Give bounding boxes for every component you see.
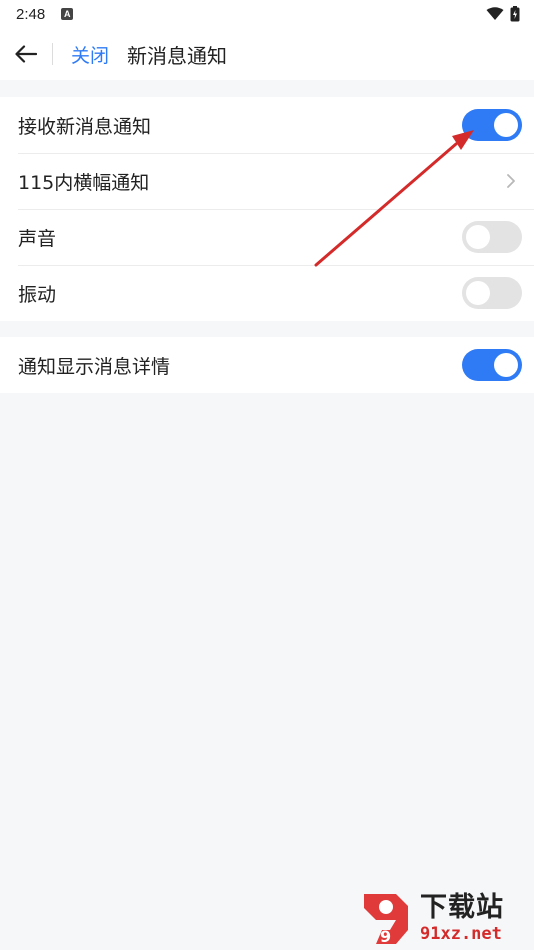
receive-notifications-toggle[interactable] [462, 109, 522, 141]
watermark-logo: 9 [356, 890, 418, 948]
settings-group-notifications: 接收新消息通知 115内横幅通知 声音 振动 [0, 97, 534, 321]
toggle-knob [466, 225, 490, 249]
back-button[interactable] [0, 28, 52, 80]
status-bar: 2:48 A [0, 0, 534, 28]
vibration-toggle[interactable] [462, 277, 522, 309]
notification-a-icon: A [61, 8, 74, 20]
nav-bar: 关闭 新消息通知 [0, 28, 534, 80]
setting-row-vibration[interactable]: 振动 [0, 265, 534, 321]
setting-label: 通知显示消息详情 [18, 355, 171, 378]
close-button[interactable]: 关闭 [71, 41, 109, 68]
setting-row-receive-notifications[interactable]: 接收新消息通知 [0, 97, 534, 153]
watermark-text: 下载站 91xz.net [420, 893, 504, 945]
setting-label: 接收新消息通知 [18, 115, 152, 138]
watermark-url: 91xz.net [420, 924, 502, 944]
watermark-logo-text: 9 [380, 927, 391, 946]
settings-group-details: 通知显示消息详情 [0, 337, 534, 393]
setting-label: 声音 [18, 227, 57, 250]
status-time: 2:48 [16, 5, 46, 23]
battery-icon [510, 6, 520, 22]
watermark-logo-icon: 9 [364, 894, 408, 946]
show-details-toggle[interactable] [462, 349, 522, 381]
watermark-title: 下载站 [420, 892, 504, 923]
chevron-right-icon [507, 174, 515, 188]
toggle-knob [466, 281, 490, 305]
setting-label: 115内横幅通知 [18, 171, 150, 194]
sound-toggle[interactable] [462, 221, 522, 253]
arrow-left-icon [15, 45, 37, 63]
status-right-icons [486, 6, 520, 22]
page-title: 新消息通知 [127, 43, 228, 68]
wifi-icon [486, 7, 504, 20]
nav-divider [52, 43, 53, 65]
toggle-knob [494, 353, 518, 377]
setting-label: 振动 [18, 283, 57, 306]
setting-row-show-details[interactable]: 通知显示消息详情 [0, 337, 534, 393]
setting-row-sound[interactable]: 声音 [0, 209, 534, 265]
setting-row-banner-notifications[interactable]: 115内横幅通知 [0, 153, 534, 209]
watermark: 9 下载站 91xz.net [356, 890, 528, 948]
toggle-knob [494, 113, 518, 137]
